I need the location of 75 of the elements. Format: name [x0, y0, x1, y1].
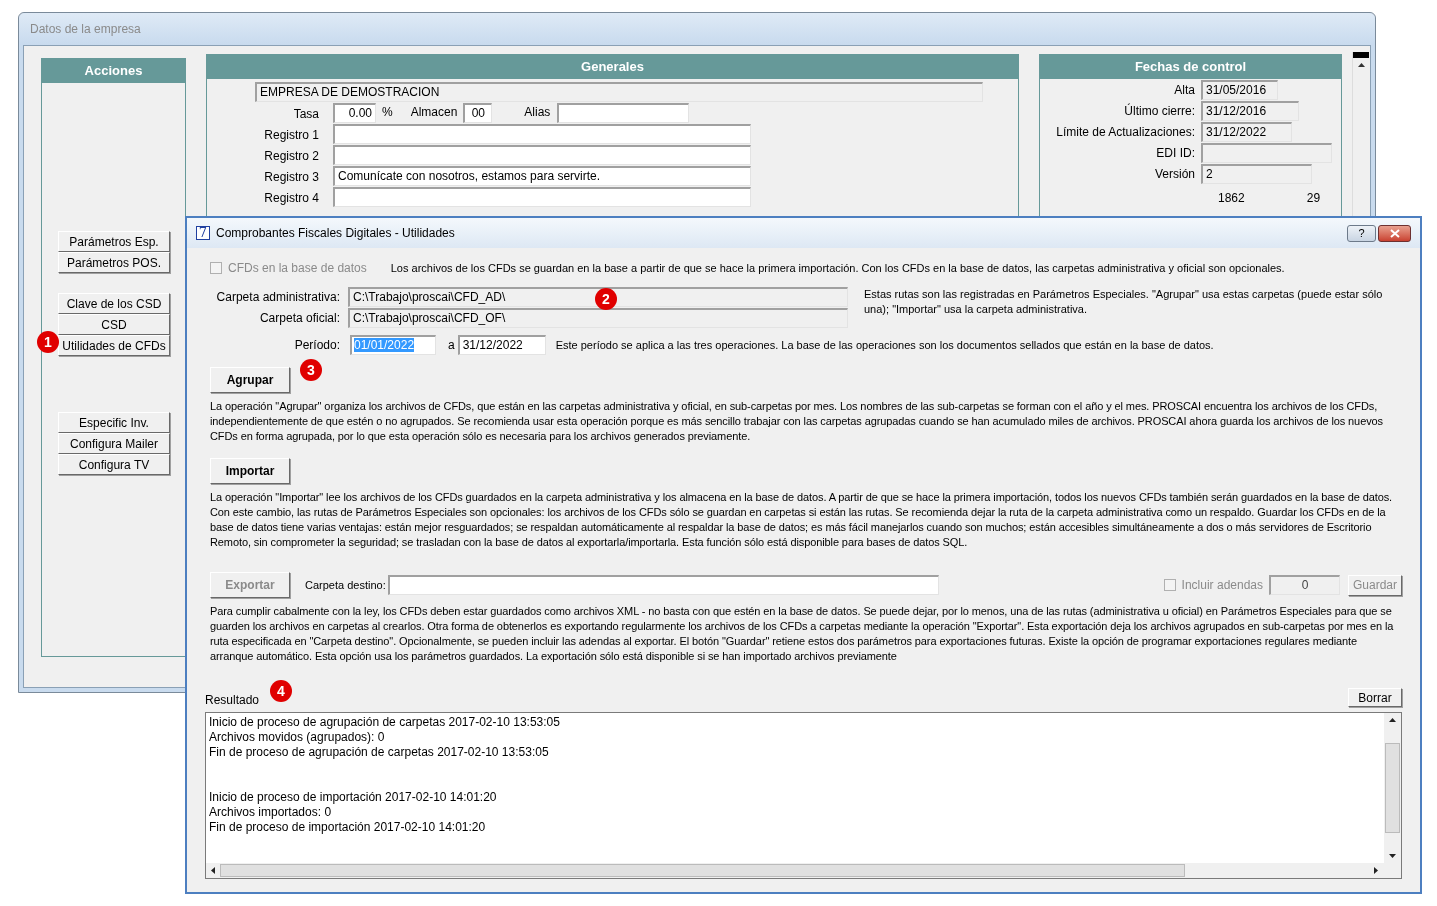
date-field[interactable]: 2	[1201, 164, 1312, 184]
result-log[interactable]	[205, 712, 1402, 879]
field-label: Registro 3	[263, 169, 319, 186]
field-label: Versión	[1153, 166, 1195, 183]
action-button[interactable]: Configura TV	[58, 454, 170, 475]
close-icon	[1389, 228, 1400, 238]
date-field[interactable]: 31/05/2016	[1201, 80, 1278, 100]
path-field[interactable]: C:\Trabajo\proscai\CFD_OF\	[348, 308, 848, 328]
action-button[interactable]: Especific Inv.	[58, 412, 170, 433]
scrollbar-top-bar	[1353, 52, 1369, 58]
action-button[interactable]: Clave de los CSD	[58, 293, 170, 314]
help-button[interactable]: ?	[1347, 224, 1376, 242]
field-label: Registro 2	[263, 148, 319, 165]
field-label: Registro 4	[263, 190, 319, 207]
action-button[interactable]: Utilidades de CFDs	[58, 335, 170, 356]
field-label: Último cierre:	[1123, 102, 1195, 120]
date-field[interactable]	[1201, 143, 1332, 163]
checkbox-label: CFDs en la base de datos	[228, 260, 367, 277]
window-title: Datos de la empresa	[19, 13, 1375, 45]
field-label: Carpeta oficial:	[258, 310, 340, 327]
operation-button[interactable]: Agrupar	[210, 367, 290, 393]
destination-field[interactable]	[387, 575, 939, 595]
percent-sign: %	[382, 104, 393, 121]
date-field[interactable]: 31/12/2016	[1201, 101, 1299, 121]
field-label: Límite de Actualizaciones:	[1055, 124, 1195, 141]
operation-description: Para cumplir cabalmente con la ley, los CFDs deben estar guardados como archivos XML - no basta con que estén en la base de datos. Se puede dejar, por lo menos, una de las rutas (administrativa u oficial) en Parámetros Especiales para que se guarden los archivos en carpetas al crearlos. Otra forma de obtenerlos es exportando regularmente los archivos de los CFDs a carpetas mediante la operación "Exportar". Esta exportación deja los archivos agrupados en sub-carpetas por mes en la ruta especificada en "Carpeta destino". Opcionalmente, se pueden incluir las adendas al exportar. El botón "Guardar" retiene estos dos parámetros para exportaciones futuras. Existe la opción de programar exportaciones regulares mediante arranque automático. Esta opción usa los parámetros guardados. La exportación sólo está disponible si se han importado archivos previamente	[210, 604, 1395, 664]
field-label: Carpeta destino:	[305, 577, 386, 593]
app-icon: 7	[196, 226, 210, 240]
clear-button[interactable]: Borrar	[1348, 688, 1402, 707]
date-to-field[interactable]: 31/12/2022	[457, 335, 546, 355]
registro-field[interactable]: Comunícate con nosotros, estamos para servirte.	[333, 166, 751, 186]
operation-description: La operación "Agrupar" organiza los archivos de CFDs, que están en las carpetas administrativa y oficial, en sub-carpetas por mes. Los nombres de las sub-carpetas se forman con el año y el mes. PROSCAI encuentra los archivos de los CFDs, independientemente de que estén o no agrupados. Se recomienda usar esta operación porque es más sencillo trabajar con las carpetas agrupadas cuando se han acumulado miles de archivos. PROSCAI ahora guarda los archivos de los nuevos CFDs en forma agrupada, por lo que esta operación sólo es necesaria para los archivos generados previamente.	[210, 399, 1384, 444]
action-button[interactable]: Parámetros POS.	[58, 252, 170, 273]
action-button[interactable]: CSD	[58, 314, 170, 335]
store-note: Los archivos de los CFDs se guardan en la base a partir de que se hace la primera importación. Con los CFDs en la base de datos, las carpetas administrativa y oficial son opcionales.	[390, 260, 1285, 276]
log-line: Archivos importados: 0	[209, 805, 333, 820]
panel-header: Fechas de control	[1040, 55, 1341, 79]
operation-description: La operación "Importar" lee los archivos de los CFDs guardados en la carpeta administrativa y los almacena en la base de datos. A partir de que se hace la primera importación, todos los nuevos CFDs también serán guardados en la base de datos. Con este cambio, las rutas de Parámetros Especiales son opcionales: los archivos de los CFDs sólo se guardan en carpetas si están las rutas. Se recomienda dejar la ruta de la carpeta administrativa como un respaldo. Guardar los CFDs en de la base de datos tiene varias ventajas: están mejor resguardados; se respaldan automáticamente al respaldar la base de datos; es más fácil manejarlos cuando son muchos; están accesibles simultáneamente a dos o más servidores de Escritorio Remoto, sin comprometer la seguridad; se trasladan con la base de datos al exportarla/importarla. Esta función sólo está disponible para bases de datos SQL.	[210, 490, 1394, 550]
log-line: Fin de proceso de importación 2017-02-10 14:01:20	[209, 820, 487, 835]
log-line: Inicio de proceso de importación 2017-02-10 14:01:20	[209, 790, 498, 805]
alias-field[interactable]	[557, 103, 690, 123]
horizontal-scrollbar[interactable]	[206, 863, 1401, 878]
field-label: Período:	[293, 337, 340, 354]
result-label: Resultado	[205, 692, 260, 709]
registro-field[interactable]	[333, 124, 751, 144]
panel-header: Generales	[207, 55, 1018, 79]
company-name-field[interactable]: EMPRESA DE DEMOSTRACION	[255, 82, 983, 102]
counter-value: 29	[1306, 190, 1321, 207]
date-field[interactable]: 31/12/2022	[1201, 122, 1292, 142]
checkbox-label: Incluir adendas	[1181, 577, 1263, 594]
almacen-field[interactable]: 00	[463, 103, 493, 123]
counter-value: 1862	[1218, 190, 1245, 207]
dialog-title: Comprobantes Fiscales Digitales - Utilidades	[216, 225, 455, 242]
field-label: Alta	[1173, 82, 1195, 99]
log-line: Inicio de proceso de agrupación de carpetas 2017-02-10 13:53:05	[209, 715, 561, 730]
paths-note: Estas rutas son las registradas en Parámetros Especiales. "Agrupar" usa estas carpetas (puede estar sólo una); "Importar" usa la carpeta administrativa.	[864, 287, 1384, 317]
panel-header: Acciones	[42, 59, 185, 83]
period-note: Este período se aplica a las tres operaciones. La base de las operaciones son los documentos sellados que están en la base de datos.	[555, 337, 1214, 353]
log-line: Archivos movidos (agrupados): 0	[209, 730, 386, 745]
operation-button[interactable]: Importar	[210, 458, 290, 484]
field-label: EDI ID:	[1155, 145, 1195, 162]
tasa-field[interactable]: 0.00	[333, 103, 376, 123]
action-button[interactable]: Parámetros Esp.	[58, 231, 170, 252]
action-button[interactable]: Configura Mailer	[58, 433, 170, 454]
registro-field[interactable]	[333, 187, 751, 207]
registro-field[interactable]	[333, 145, 751, 165]
field-label: Tasa	[292, 106, 319, 123]
range-separator: a	[448, 337, 455, 354]
vertical-scrollbar[interactable]	[1384, 713, 1401, 863]
field-label: Registro 1	[263, 127, 319, 144]
close-button[interactable]	[1378, 224, 1411, 242]
field-label: Carpeta administrativa:	[215, 289, 340, 306]
log-line: Fin de proceso de agrupación de carpetas 2017-02-10 13:53:05	[209, 745, 550, 760]
field-label: Alias	[524, 104, 551, 121]
field-label: Almacen	[410, 104, 458, 121]
